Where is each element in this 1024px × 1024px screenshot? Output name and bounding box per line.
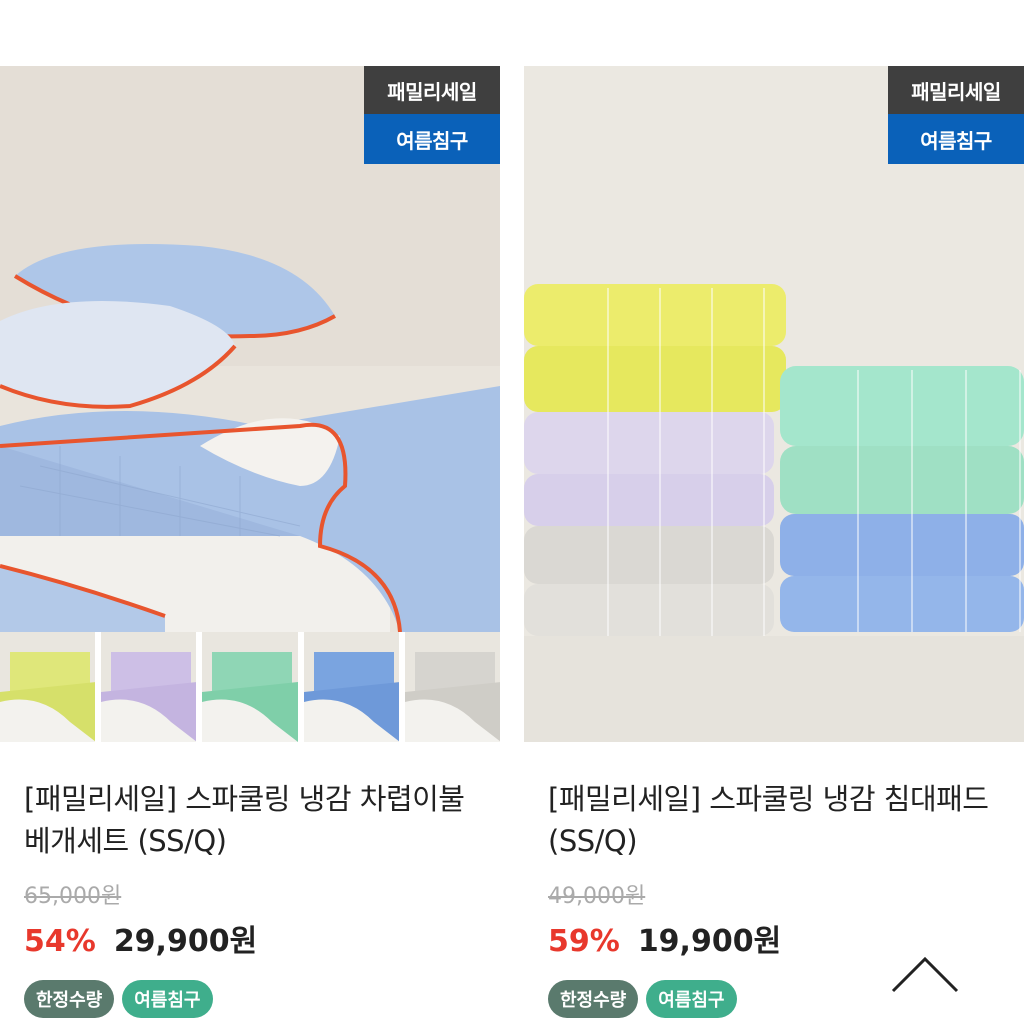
thumbnail-blue[interactable] bbox=[303, 632, 399, 742]
thumbnail-yellow[interactable] bbox=[0, 632, 96, 742]
discount-rate: 54% bbox=[24, 924, 96, 959]
color-thumbnails bbox=[0, 632, 500, 742]
original-price: 65,000원 bbox=[24, 884, 122, 909]
tag-limited: 한정수량 bbox=[548, 980, 639, 1018]
product-image[interactable]: 패밀리세일 여름침구 bbox=[524, 66, 1024, 742]
price-row: 59% 19,900원 bbox=[548, 916, 1024, 960]
product-image[interactable]: 패밀리세일 여름침구 bbox=[0, 66, 500, 742]
badge-family-sale: 패밀리세일 bbox=[364, 66, 500, 114]
tag-limited: 한정수량 bbox=[24, 980, 115, 1018]
badge-family-sale: 패밀리세일 bbox=[888, 66, 1024, 114]
badge-summer-bedding: 여름침구 bbox=[888, 114, 1024, 164]
sale-price: 29,900원 bbox=[113, 924, 258, 959]
price-row: 54% 29,900원 bbox=[24, 916, 500, 960]
product-card[interactable]: 패밀리세일 여름침구 [패밀리세일] 스파쿨링 냉감 침대패드 (SS/Q) 4… bbox=[524, 66, 1024, 1018]
chevron-up-icon bbox=[891, 956, 959, 993]
stacked-pads-photo bbox=[524, 66, 1024, 742]
original-price: 49,000원 bbox=[548, 884, 646, 909]
sale-price: 19,900원 bbox=[637, 924, 782, 959]
product-title[interactable]: [패밀리세일] 스파쿨링 냉감 차렵이불 베개세트 (SS/Q) bbox=[24, 778, 484, 862]
tag-summer: 여름침구 bbox=[122, 980, 213, 1018]
tag-summer: 여름침구 bbox=[646, 980, 737, 1018]
thumbnail-gray[interactable] bbox=[404, 632, 500, 742]
scroll-top-button[interactable] bbox=[890, 955, 960, 995]
badge-summer-bedding: 여름침구 bbox=[364, 114, 500, 164]
product-title[interactable]: [패밀리세일] 스파쿨링 냉감 침대패드 (SS/Q) bbox=[548, 778, 1008, 862]
thumbnail-mint[interactable] bbox=[202, 632, 298, 742]
thumbnail-lavender[interactable] bbox=[101, 632, 197, 742]
discount-rate: 59% bbox=[548, 924, 620, 959]
product-card[interactable]: 패밀리세일 여름침구 [패밀리세일] 스파쿨링 냉감 차렵이불 베개세트 (SS… bbox=[0, 66, 500, 1018]
tag-list: 한정수량 여름침구 bbox=[24, 980, 500, 1018]
